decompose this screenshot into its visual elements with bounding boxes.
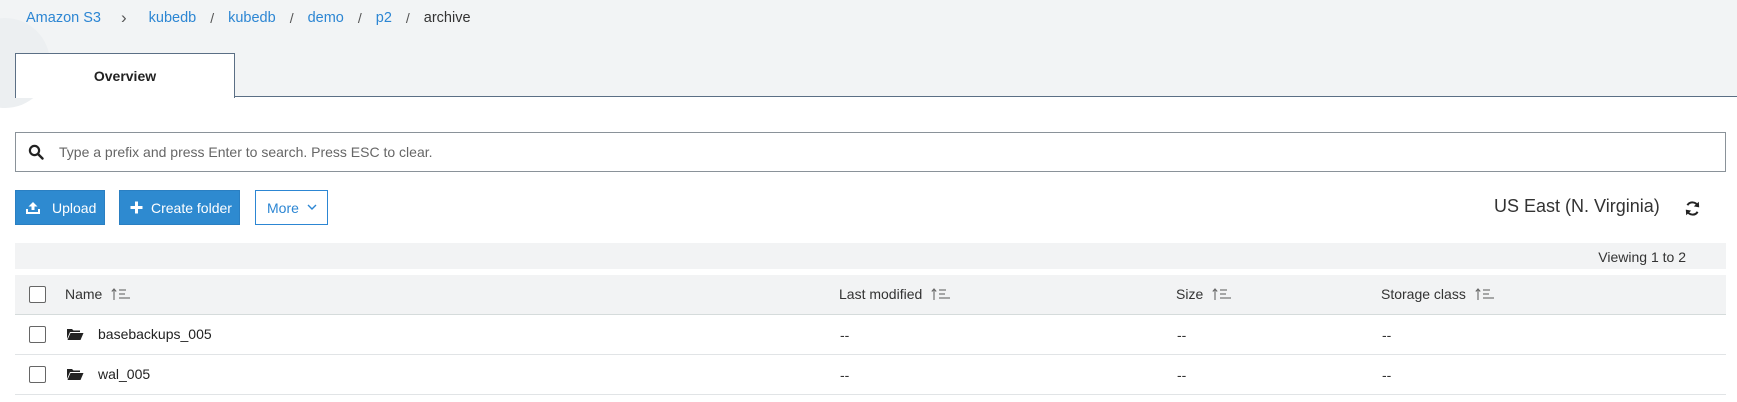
folder-open-icon	[67, 329, 84, 340]
row-checkbox[interactable]	[29, 326, 46, 343]
breadcrumb-separator: /	[357, 10, 362, 26]
cell-storage-class: --	[1382, 367, 1392, 383]
upload-label: Upload	[52, 199, 97, 216]
column-header-last-modified[interactable]: Last modified	[839, 286, 951, 302]
sort-icon[interactable]	[1212, 287, 1232, 301]
sort-icon[interactable]	[1475, 287, 1495, 301]
breadcrumb-item-kubedb-2[interactable]: kubedb	[228, 10, 276, 26]
search-input[interactable]	[59, 144, 1725, 160]
select-all-checkbox[interactable]	[29, 286, 46, 303]
cell-size: --	[1177, 367, 1187, 383]
column-header-name[interactable]: Name	[65, 286, 131, 302]
sort-icon[interactable]	[111, 287, 131, 301]
upload-button[interactable]: Upload	[15, 190, 105, 225]
table-row: basebackups_005 -- -- --	[15, 315, 1726, 355]
column-storage-class-label: Storage class	[1381, 286, 1466, 302]
cell-last-modified: --	[840, 327, 850, 343]
chevron-right-icon: ›	[120, 8, 127, 27]
sort-icon[interactable]	[931, 287, 951, 301]
column-name-label: Name	[65, 286, 103, 302]
breadcrumb-separator: /	[210, 10, 215, 26]
row-name[interactable]: basebackups_005	[66, 326, 212, 342]
tab-overview[interactable]: Overview	[15, 53, 235, 98]
column-last-modified-label: Last modified	[839, 286, 923, 302]
upload-icon	[26, 201, 40, 214]
breadcrumb-separator: /	[405, 10, 410, 26]
search-box	[15, 132, 1726, 172]
row-name[interactable]: wal_005	[66, 366, 150, 382]
more-button[interactable]: More	[255, 190, 328, 225]
cell-last-modified: --	[840, 367, 850, 383]
refresh-icon[interactable]	[1684, 200, 1701, 217]
row-name-text: wal_005	[98, 366, 151, 382]
row-name-text: basebackups_005	[98, 326, 212, 342]
breadcrumb-amazon-s3[interactable]: Amazon S3	[26, 10, 101, 26]
chevron-down-icon	[307, 204, 317, 210]
more-label: More	[267, 199, 299, 216]
row-checkbox[interactable]	[29, 366, 46, 383]
breadcrumb-current: archive	[423, 10, 471, 26]
column-size-label: Size	[1176, 286, 1204, 302]
breadcrumb-item-kubedb[interactable]: kubedb	[149, 10, 197, 26]
table-header: Name Last modified Size Storage class	[15, 275, 1726, 315]
viewing-count: Viewing 1 to 2	[1598, 249, 1686, 265]
breadcrumb-separator: /	[289, 10, 294, 26]
plus-icon	[130, 201, 143, 214]
cell-storage-class: --	[1382, 327, 1392, 343]
column-header-size[interactable]: Size	[1176, 286, 1232, 302]
breadcrumb-item-demo[interactable]: demo	[308, 10, 344, 26]
region-label: US East (N. Virginia)	[1494, 196, 1660, 216]
create-folder-label: Create folder	[151, 199, 232, 216]
folder-open-icon	[67, 369, 84, 380]
breadcrumb-item-p2[interactable]: p2	[376, 10, 392, 26]
cell-size: --	[1177, 327, 1187, 343]
table-row: wal_005 -- -- --	[15, 355, 1726, 395]
breadcrumb: Amazon S3 › kubedb / kubedb / demo / p2 …	[26, 8, 471, 28]
column-header-storage-class[interactable]: Storage class	[1381, 286, 1495, 302]
search-icon	[28, 144, 44, 160]
pagination-bar: Viewing 1 to 2	[15, 243, 1726, 269]
create-folder-button[interactable]: Create folder	[119, 190, 240, 225]
